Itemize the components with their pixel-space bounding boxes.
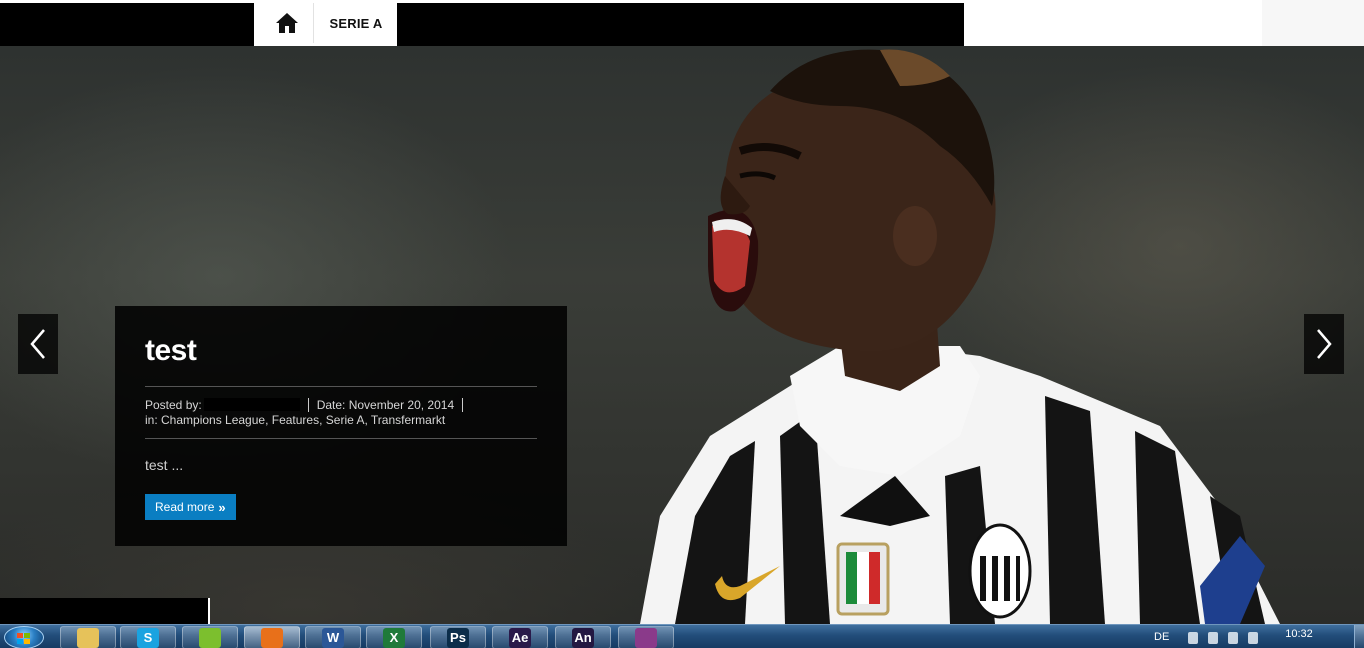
read-more-label: Read more	[155, 500, 215, 514]
taskbar-app-after-effects[interactable]: Ae	[492, 626, 548, 648]
word-icon: W	[322, 627, 344, 648]
nav-item-serie-a[interactable]: SERIE A	[315, 3, 397, 43]
slide-excerpt: test ...	[145, 457, 184, 473]
up-arrow-icon[interactable]	[1188, 632, 1198, 644]
read-more-button[interactable]: Read more »	[145, 494, 236, 520]
hero-slider: test Posted by: Date: November 20, 2014 i…	[0, 46, 1364, 624]
taskbar-app-skype[interactable]: S	[120, 626, 176, 648]
taskbar-app-firefox[interactable]	[244, 626, 300, 648]
divider	[145, 386, 537, 387]
windows-start-button[interactable]	[4, 626, 44, 648]
nav-right-area	[1262, 0, 1364, 46]
taskbar-app-spotify[interactable]	[182, 626, 238, 648]
animate-icon: An	[572, 627, 594, 648]
top-navigation: SERIE A	[0, 0, 1364, 46]
system-tray: DE 10:32	[1134, 625, 1364, 648]
home-icon	[275, 13, 298, 33]
folder-icon	[77, 627, 99, 648]
windows-taskbar: S W X Ps Ae An DE 10:32	[0, 624, 1364, 648]
meta-separator	[307, 398, 309, 412]
volume-icon[interactable]	[1248, 632, 1258, 644]
show-desktop-button[interactable]	[1354, 625, 1364, 648]
chevron-right-icon	[1317, 329, 1332, 359]
redacted-nav-area	[397, 3, 964, 46]
slide-title[interactable]: test	[145, 334, 197, 368]
excel-icon: X	[383, 627, 405, 648]
slide-date: Date: November 20, 2014	[316, 398, 455, 412]
photoshop-icon: Ps	[447, 627, 469, 648]
slide-meta: Posted by: Date: November 20, 2014	[145, 398, 471, 412]
power-icon[interactable]	[1208, 632, 1218, 644]
redacted-author	[203, 398, 300, 411]
slide-caption: test Posted by: Date: November 20, 2014 i…	[115, 306, 567, 546]
redacted-area	[0, 598, 210, 624]
slide-categories[interactable]: in: Champions League, Features, Serie A,…	[145, 413, 445, 427]
taskbar-app-winrar[interactable]	[618, 626, 674, 648]
divider	[145, 438, 537, 439]
taskbar-app-photoshop[interactable]: Ps	[430, 626, 486, 648]
slide-image	[640, 49, 1280, 624]
slider-prev-button[interactable]	[18, 314, 58, 374]
network-icon[interactable]	[1228, 632, 1238, 644]
meta-separator	[462, 398, 464, 412]
double-chevron-right-icon: »	[218, 499, 226, 515]
language-indicator[interactable]: DE	[1154, 631, 1169, 643]
slider-next-button[interactable]	[1304, 314, 1344, 374]
winrar-icon	[635, 627, 657, 648]
skype-icon: S	[137, 627, 159, 648]
posted-by-label: Posted by:	[145, 398, 202, 412]
taskbar-app-excel[interactable]: X	[366, 626, 422, 648]
nav-home-button[interactable]	[260, 3, 314, 43]
firefox-icon	[261, 627, 283, 648]
taskbar-app-word[interactable]: W	[305, 626, 361, 648]
windows-start-icon	[17, 633, 31, 645]
tray-icons	[1188, 631, 1258, 645]
spotify-icon	[199, 627, 221, 648]
redacted-logo-area	[0, 3, 254, 46]
taskbar-app-animate[interactable]: An	[555, 626, 611, 648]
chevron-left-icon	[30, 329, 45, 359]
taskbar-app-explorer[interactable]	[60, 626, 116, 648]
after-effects-icon: Ae	[509, 627, 531, 648]
clock[interactable]: 10:32	[1274, 628, 1324, 640]
